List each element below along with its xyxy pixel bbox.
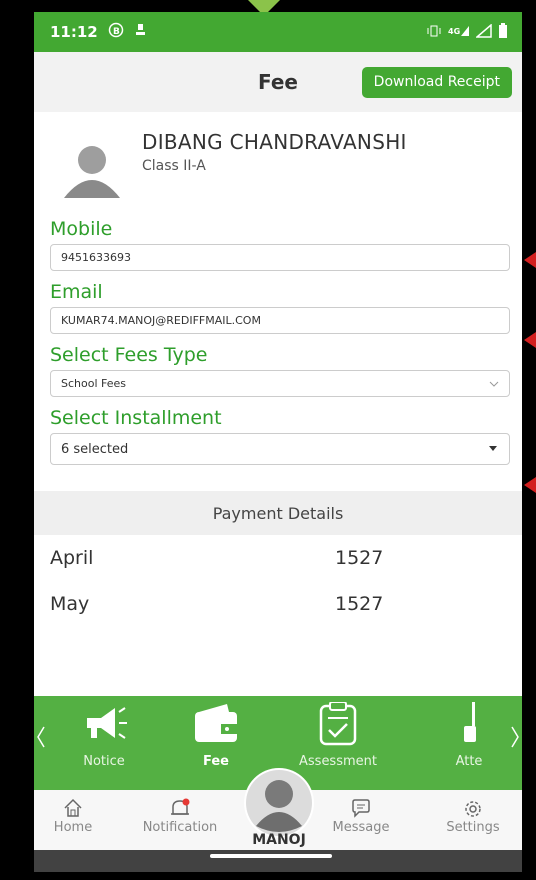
dropdown-caret-icon — [489, 446, 497, 451]
mobile-value: 9451633693 — [61, 251, 131, 264]
marker-arrow — [524, 477, 536, 493]
payment-row: May 1527 — [34, 581, 522, 627]
network-4g-icon: 4G — [448, 24, 470, 41]
payment-row: April 1527 — [34, 535, 522, 581]
nav-assessment[interactable]: Assessment — [288, 701, 388, 769]
payment-amount: 1527 — [335, 547, 384, 569]
nav-notification-label: Notification — [142, 820, 218, 835]
email-value: KUMAR74.MANOJ@REDIFFMAIL.COM — [61, 314, 261, 327]
battery-icon — [498, 22, 508, 42]
home-gesture-bar[interactable] — [210, 854, 332, 858]
payment-month: May — [50, 593, 90, 615]
gear-icon — [438, 798, 508, 820]
nav-notice[interactable]: Notice — [54, 702, 154, 769]
mobile-label: Mobile — [50, 218, 113, 240]
phone-screen: 11:12 B 4G Fee Download Receipt DIBANG C… — [34, 12, 522, 872]
chevron-right-icon[interactable] — [510, 726, 520, 754]
nav-fee-label: Fee — [203, 754, 229, 769]
page-title: Fee — [258, 70, 298, 94]
nav-message-label: Message — [332, 820, 390, 835]
nav-attendance-label: Atte — [455, 754, 483, 769]
student-avatar-icon — [62, 140, 122, 200]
status-bar: 11:12 B 4G — [34, 12, 522, 52]
nav-settings-label: Settings — [446, 820, 500, 835]
fees-type-label: Select Fees Type — [50, 344, 208, 366]
fees-type-value: School Fees — [61, 377, 127, 390]
chevron-down-icon — [489, 377, 499, 390]
clipboard-icon — [288, 701, 388, 750]
home-icon — [48, 798, 98, 820]
payment-amount: 1527 — [335, 593, 384, 615]
nav-assessment-label: Assessment — [299, 754, 377, 769]
vibrate-icon — [426, 25, 442, 40]
nav-attendance[interactable]: Atte — [434, 702, 504, 769]
student-profile: DIBANG CHANDRAVANSHI Class II-A — [34, 112, 522, 208]
payment-details-header: Payment Details — [34, 491, 522, 535]
nav-notification[interactable]: Notification — [130, 798, 230, 835]
email-field[interactable]: KUMAR74.MANOJ@REDIFFMAIL.COM — [50, 307, 510, 334]
clock: 11:12 — [50, 23, 98, 41]
installment-label: Select Installment — [50, 407, 222, 429]
marker-arrow — [524, 332, 536, 348]
wallet-icon — [166, 702, 266, 750]
bell-icon — [130, 798, 230, 820]
marker-arrow — [524, 252, 536, 268]
nav-message[interactable]: Message — [326, 798, 396, 835]
download-receipt-button[interactable]: Download Receipt — [361, 67, 512, 98]
app-header: Fee Download Receipt — [34, 52, 522, 112]
email-label: Email — [50, 281, 103, 303]
fees-type-select[interactable]: School Fees — [50, 370, 510, 397]
chevron-left-icon[interactable] — [36, 726, 46, 754]
signal-icon — [474, 22, 492, 41]
svg-text:B: B — [113, 27, 120, 37]
app-badge-icon: B — [108, 22, 124, 42]
student-name: DIBANG CHANDRAVANSHI — [142, 130, 407, 154]
data-speed-icon — [134, 22, 148, 42]
nav-home[interactable]: Home — [48, 798, 98, 835]
payment-month: April — [50, 547, 94, 569]
user-name-label: MANOJ — [252, 832, 306, 848]
nav-settings[interactable]: Settings — [438, 798, 508, 835]
nav-home-label: Home — [53, 820, 93, 835]
student-class: Class II-A — [142, 158, 206, 174]
user-avatar-button[interactable] — [244, 768, 314, 838]
message-icon — [326, 798, 396, 820]
megaphone-icon — [54, 702, 154, 750]
nav-fee[interactable]: Fee — [166, 702, 266, 769]
system-nav-bar — [34, 850, 522, 872]
mobile-field[interactable]: 9451633693 — [50, 244, 510, 271]
svg-text:4G: 4G — [448, 27, 460, 36]
installment-value: 6 selected — [61, 441, 129, 457]
installment-select[interactable]: 6 selected — [50, 433, 510, 465]
nav-notice-label: Notice — [83, 754, 125, 769]
attendance-icon — [434, 702, 504, 750]
